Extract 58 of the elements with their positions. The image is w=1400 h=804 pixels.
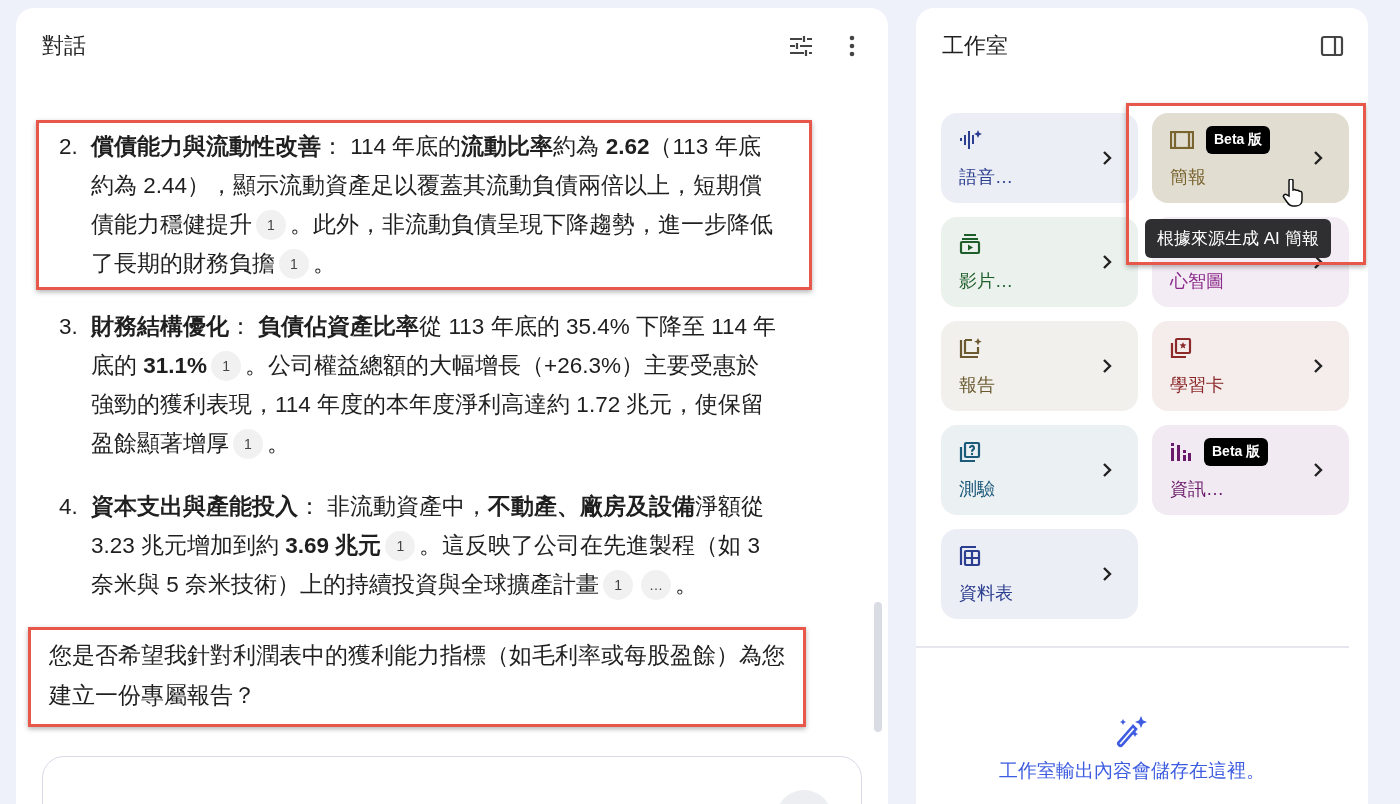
citation-button[interactable]: 1 — [233, 429, 263, 459]
card-label: 心智圖 — [1170, 270, 1225, 293]
flashcards-icon — [1170, 337, 1192, 359]
studio-tool-card[interactable]: 影片… — [941, 217, 1138, 307]
answer-paragraph: 償債能力與流動性改善： 114 年底的流動比率約為 2.62（113 年底約為 2.44），顯示流動資產足以覆蓋其流動負債兩倍以上，短期償債能力穩健提升 1 。此外，非流動負債呈現下降趨勢，進一步降低了長期的財務負擔 1 。 — [91, 127, 781, 283]
studio-tool-card[interactable]: 測驗 — [941, 425, 1138, 515]
chevron-right-icon — [1313, 462, 1323, 478]
card-label: 學習卡 — [1170, 374, 1225, 397]
chevron-right-icon — [1102, 254, 1112, 270]
citation-button[interactable]: … — [641, 570, 672, 600]
list-number: 3. — [59, 313, 79, 341]
hand-cursor-icon — [1282, 179, 1304, 207]
chevron-right-icon — [1313, 358, 1323, 374]
chevron-right-icon — [1102, 462, 1112, 478]
magic-wand-icon — [1115, 714, 1149, 748]
chevron-right-icon — [1102, 358, 1112, 374]
beta-badge: Beta 版 — [1204, 438, 1269, 466]
answer-paragraph: 資本支出與產能投入： 非流動資產中，不動產、廠房及設備淨額從 3.23 兆元增加到約 3.69 兆元 1 。這反映了公司在先進製程（如 3 奈米與 5 奈米技術）上的持續投資與全球擴產計畫 1 … 。 — [91, 487, 781, 604]
studio-tool-card[interactable]: 語音… — [941, 113, 1138, 203]
table-icon — [959, 545, 981, 567]
more-menu-icon[interactable] — [848, 35, 856, 57]
answer-paragraph: 財務結構優化： 負債佔資產比率從 113 年底的 35.4% 下降至 114 年底的 31.1% 1 。公司權益總額的大幅增長（+26.3%）主要受惠於強勁的獲利表現，114 年度的本年度淨利高達約 1.72 兆元，使保留盈餘顯著增厚 1 。 — [91, 307, 781, 463]
studio-tool-card[interactable]: Beta 版 資訊… — [1152, 425, 1349, 515]
chevron-right-icon — [1102, 150, 1112, 166]
studio-tool-card[interactable]: 報告 — [941, 321, 1138, 411]
card-label: 影片… — [959, 270, 1014, 293]
quiz-icon — [959, 441, 981, 463]
slides-icon — [1170, 131, 1194, 149]
citation-button[interactable]: 1 — [603, 570, 634, 600]
closing-question: 您是否希望我針對利潤表中的獲利能力指標（如毛利率或每股盈餘）為您建立一份專屬報告？ — [49, 643, 785, 708]
card-label: 簡報 — [1170, 166, 1207, 189]
list-number: 4. — [59, 493, 79, 521]
panel-title: 工作室 — [942, 32, 1008, 60]
card-label: 語音… — [959, 166, 1014, 189]
chevron-right-icon — [1313, 150, 1323, 166]
video-icon — [959, 233, 981, 255]
settings-icon[interactable] — [788, 34, 814, 58]
chevron-right-icon — [1102, 566, 1112, 582]
tooltip: 根據來源生成 AI 簡報 — [1145, 219, 1331, 258]
scrollbar-thumb[interactable] — [874, 602, 882, 732]
citation-button[interactable]: 1 — [279, 249, 309, 279]
beta-badge: Beta 版 — [1206, 126, 1271, 154]
panel-title: 對話 — [42, 32, 86, 60]
studio-tool-card[interactable]: 學習卡 — [1152, 321, 1349, 411]
list-number: 2. — [59, 133, 79, 161]
card-label: 資訊… — [1170, 478, 1225, 501]
empty-state-message: 工作室輸出內容會儲存在這裡。 — [999, 759, 1265, 783]
citation-button[interactable]: 1 — [211, 351, 242, 381]
card-label: 測驗 — [959, 478, 996, 501]
side-panel-icon[interactable] — [1320, 35, 1344, 57]
card-label: 報告 — [959, 374, 996, 397]
citation-button[interactable]: 1 — [256, 210, 286, 240]
bar-chart-icon — [1170, 442, 1192, 462]
card-label: 資料表 — [959, 582, 1014, 605]
studio-tool-card[interactable]: 資料表 — [941, 529, 1138, 619]
citation-button[interactable]: 1 — [385, 531, 416, 561]
waveform-icon — [959, 129, 983, 151]
document-sparkle-icon — [959, 337, 983, 359]
